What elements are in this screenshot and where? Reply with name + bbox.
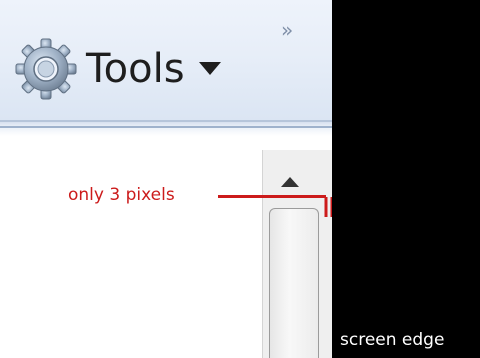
command-bar-separator bbox=[0, 126, 332, 128]
arrow-up-icon bbox=[281, 177, 299, 187]
tools-menu-button[interactable]: Tools bbox=[14, 38, 221, 100]
command-bar-bottom-edge bbox=[0, 120, 332, 136]
scroll-thumb[interactable] bbox=[269, 208, 319, 358]
gear-icon bbox=[15, 38, 77, 100]
command-bar: » Tools bbox=[0, 0, 332, 120]
screen-edge-label: screen edge bbox=[340, 330, 445, 350]
vertical-scrollbar[interactable] bbox=[262, 150, 332, 358]
chevron-down-icon bbox=[198, 62, 221, 75]
offscreen-area bbox=[332, 0, 480, 358]
screenshot-stage: » Tools only 3 pixels screen edge bbox=[0, 0, 480, 358]
annotation-label: only 3 pixels bbox=[68, 185, 175, 205]
tools-label: Tools bbox=[86, 46, 185, 92]
toolbar-overflow-chevron[interactable]: » bbox=[281, 20, 293, 40]
annotation-line bbox=[218, 195, 326, 198]
